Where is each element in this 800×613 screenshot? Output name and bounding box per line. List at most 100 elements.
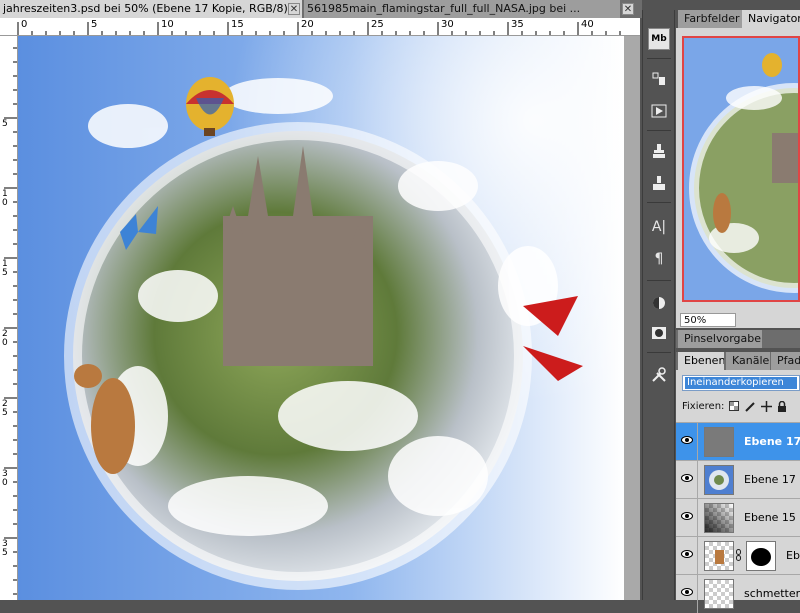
layer-row[interactable]: Ebene 15 <box>676 498 800 537</box>
ruler-label: 15 <box>231 19 244 30</box>
navigator-zoom-row: 50% <box>676 312 800 328</box>
ruler-label: 40 <box>581 19 594 30</box>
character-icon[interactable]: A| <box>648 216 670 238</box>
navigator-view-box[interactable] <box>682 36 800 302</box>
brush-presets-tabbar: Pinselvorgaben <box>676 330 800 348</box>
ruler-label: 15 <box>2 259 8 278</box>
zoom-field[interactable]: 50% <box>680 313 736 327</box>
lock-transparent-glyph <box>729 401 740 411</box>
ruler-label: 25 <box>2 399 8 418</box>
eye-icon[interactable] <box>680 435 694 447</box>
cow-thumb-glyph <box>715 550 724 564</box>
actions-icon[interactable] <box>648 100 670 122</box>
link-glyph <box>736 549 741 561</box>
eye-icon[interactable] <box>680 473 694 485</box>
clone-source-icon[interactable] <box>648 140 670 162</box>
gradient-thumb-glyph <box>705 504 733 532</box>
planet-thumb-glyph <box>709 470 729 490</box>
ruler-label: 20 <box>2 329 8 348</box>
navigator-panel <box>676 28 800 312</box>
eye-glyph <box>681 550 693 558</box>
mini-bridge-label: Mb <box>651 34 667 44</box>
eye-glyph <box>681 474 693 482</box>
eye-icon[interactable] <box>680 587 694 599</box>
tool-presets-glyph <box>653 176 665 190</box>
layer-name: schmetterling <box>744 587 800 600</box>
divider <box>647 130 671 131</box>
mask-thumb-glyph <box>751 548 771 566</box>
tool-presets-icon[interactable] <box>648 172 670 194</box>
lock-position-glyph <box>760 400 772 412</box>
layer-thumbnail <box>704 579 734 609</box>
tab-pfade[interactable]: Pfade <box>771 352 800 370</box>
vertical-scrollbar[interactable] <box>624 36 640 600</box>
close-icon[interactable]: ✕ <box>288 3 300 15</box>
tab-navigator[interactable]: Navigator <box>742 10 800 28</box>
lock-position-icon[interactable] <box>760 400 772 412</box>
document-tab-title: jahreszeiten3.psd bei 50% (Ebene 17 Kopi… <box>3 2 297 15</box>
navigator-thumbnail <box>684 38 798 300</box>
layer-row[interactable]: Ebene 17 Kopie <box>676 422 800 461</box>
character-glyph: A| <box>651 219 667 235</box>
lock-row: Fixieren: <box>682 400 788 412</box>
document-canvas[interactable] <box>18 36 624 600</box>
masks-icon[interactable] <box>648 322 670 344</box>
layer-name: Ebene 17 <box>744 473 796 486</box>
blend-mode-value: Ineinanderkopieren <box>685 377 797 389</box>
layer-row[interactable]: Ebene <box>676 536 800 575</box>
tab-farbfelder[interactable]: Farbfelder <box>678 10 742 28</box>
layer-mask-thumbnail[interactable] <box>746 541 776 571</box>
eye-glyph <box>681 588 693 596</box>
ruler-label: 30 <box>2 469 8 488</box>
layer-row[interactable]: schmetterling <box>676 574 800 613</box>
lock-all-glyph <box>778 400 787 412</box>
clone-source-glyph <box>653 144 665 158</box>
history-icon[interactable] <box>648 68 670 90</box>
tab-pinselvorgaben[interactable]: Pinselvorgaben <box>678 330 762 348</box>
document-tab-nasa[interactable]: 561985main_flamingstar_full_full_NASA.jp… <box>304 0 620 18</box>
lock-transparent-icon[interactable] <box>728 400 740 412</box>
vertical-ruler[interactable]: 5 10 15 20 25 30 35 <box>0 36 18 600</box>
eye-icon[interactable] <box>680 511 694 523</box>
close-icon[interactable]: ✕ <box>622 3 634 15</box>
mini-bridge-button[interactable]: Mb <box>648 28 670 50</box>
document-tab-bar: jahreszeiten3.psd bei 50% (Ebene 17 Kopi… <box>0 0 642 18</box>
adjustments-icon[interactable] <box>648 292 670 314</box>
layer-name: Ebene 15 <box>744 511 796 524</box>
tab-ebenen[interactable]: Ebenen <box>678 352 724 370</box>
ruler-label: 20 <box>301 19 314 30</box>
ruler-label: 0 <box>21 19 28 30</box>
tab-label: Kanäle <box>732 354 770 367</box>
tab-label: Ebenen <box>684 354 724 367</box>
adjustments-glyph <box>653 297 665 309</box>
tools-glyph <box>652 367 666 382</box>
layer-thumbnail <box>704 541 734 571</box>
paragraph-glyph: ¶ <box>654 251 664 267</box>
ruler-label: 30 <box>441 19 454 30</box>
blend-mode-select[interactable]: Ineinanderkopieren <box>682 375 800 391</box>
horizontal-ruler[interactable]: 0 5 10 15 20 25 30 35 40 <box>0 18 640 36</box>
tools-icon[interactable] <box>648 364 670 386</box>
tab-label: Farbfelder <box>684 12 740 25</box>
ruler-label: 10 <box>161 19 174 30</box>
layer-thumbnail <box>704 503 734 533</box>
eye-icon[interactable] <box>680 549 694 561</box>
eye-glyph <box>681 512 693 520</box>
layers-tabbar: Ebenen Kanäle Pfade <box>676 352 800 370</box>
layer-row[interactable]: Ebene 17 <box>676 460 800 499</box>
paragraph-icon[interactable]: ¶ <box>648 248 670 270</box>
ruler-label: 5 <box>2 119 8 129</box>
divider <box>647 280 671 281</box>
divider <box>647 202 671 203</box>
layer-name: Ebene 17 Kopie <box>744 435 800 448</box>
ruler-label: 25 <box>371 19 384 30</box>
lock-label: Fixieren: <box>682 400 725 412</box>
masks-glyph <box>652 327 666 339</box>
ruler-label: 10 <box>2 189 8 208</box>
lock-pixels-icon[interactable] <box>744 400 756 412</box>
tab-kanaele[interactable]: Kanäle <box>726 352 770 370</box>
link-icon[interactable] <box>736 549 741 564</box>
document-tab-jahreszeiten[interactable]: jahreszeiten3.psd bei 50% (Ebene 17 Kopi… <box>0 0 302 18</box>
lock-all-icon[interactable] <box>776 400 788 412</box>
layer-thumbnail <box>704 465 734 495</box>
